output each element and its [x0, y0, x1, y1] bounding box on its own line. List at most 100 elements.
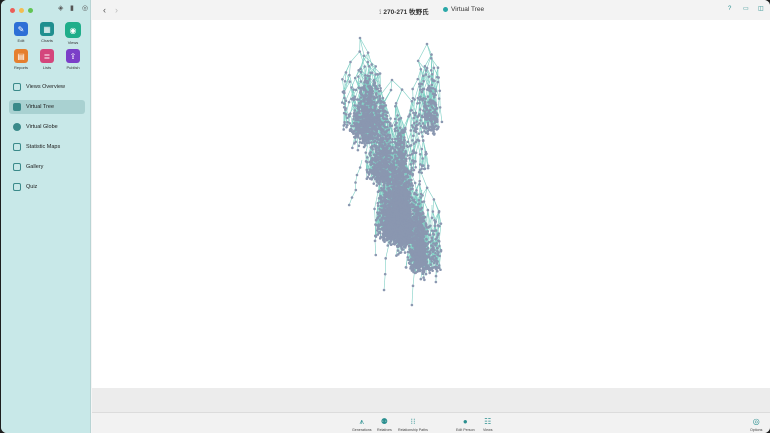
person-node[interactable]	[356, 118, 360, 121]
close-window-button[interactable]	[10, 8, 15, 13]
person-node[interactable]	[365, 79, 369, 83]
eye-icon: ◉	[65, 22, 81, 38]
person-node[interactable]	[357, 75, 360, 78]
nav-item-quiz[interactable]: Quiz	[9, 180, 85, 194]
person-node[interactable]	[342, 128, 345, 131]
module-label: Edit	[17, 38, 25, 43]
search-people-icon[interactable]: ◎	[82, 5, 88, 12]
person-node[interactable]	[344, 71, 348, 74]
nav-item-virtual-tree[interactable]: Virtual Tree	[9, 100, 85, 114]
person-node[interactable]	[343, 96, 346, 100]
person-node[interactable]	[343, 120, 346, 124]
person-node[interactable]	[363, 65, 366, 68]
person-node[interactable]	[359, 70, 363, 74]
forward-button[interactable]: ›	[115, 5, 118, 15]
tree-edge	[374, 208, 376, 225]
person-node[interactable]	[356, 124, 360, 128]
tree-edge	[364, 62, 369, 76]
person-node[interactable]	[355, 122, 358, 125]
person-node[interactable]	[346, 116, 349, 120]
minimize-window-button[interactable]	[19, 8, 24, 13]
person-node[interactable]	[345, 125, 348, 129]
person-node[interactable]	[362, 145, 366, 149]
back-button[interactable]: ‹	[103, 5, 106, 15]
publish-icon: ⇪	[66, 49, 80, 63]
person-node[interactable]	[347, 100, 351, 104]
tree-edge	[412, 78, 419, 90]
module-label: Lists	[42, 65, 52, 70]
module-edit[interactable]: ✎ Edit	[8, 22, 34, 45]
person-node[interactable]	[367, 65, 371, 68]
module-charts[interactable]: ▦ Charts	[34, 22, 60, 45]
person-node[interactable]	[342, 111, 346, 115]
person-node[interactable]	[350, 128, 353, 131]
person-node[interactable]	[353, 109, 357, 112]
grid-icon	[13, 83, 21, 91]
tree-edge	[428, 211, 434, 227]
person-node[interactable]	[352, 88, 356, 91]
virtual-tree-graph[interactable]	[92, 20, 770, 388]
person-node[interactable]	[356, 148, 360, 152]
person-node[interactable]	[357, 136, 360, 139]
person-node[interactable]	[350, 124, 353, 128]
person-node[interactable]	[354, 116, 358, 119]
nav-item-virtual-globe[interactable]: Virtual Globe	[9, 120, 85, 134]
bookmark-icon[interactable]: ▮	[70, 5, 76, 12]
person-node[interactable]	[381, 96, 385, 100]
person-node[interactable]	[354, 88, 358, 92]
report-icon: ▤	[14, 49, 28, 63]
nav-item-gallery[interactable]: Gallery	[9, 160, 85, 174]
person-node[interactable]	[348, 80, 351, 84]
current-view-label: Virtual Tree	[451, 6, 485, 13]
person-node[interactable]	[359, 123, 362, 127]
gallery-icon	[13, 163, 21, 171]
module-label: Publish	[66, 65, 80, 70]
nav-item-views-overview[interactable]: Views Overview	[9, 80, 85, 94]
person-node[interactable]	[353, 76, 357, 80]
person-node[interactable]	[360, 86, 364, 89]
tag-icon[interactable]: ◈	[58, 5, 64, 12]
person-node[interactable]	[349, 60, 352, 64]
person-node[interactable]	[358, 50, 362, 53]
person-node[interactable]	[359, 96, 363, 99]
person-node[interactable]	[374, 65, 378, 68]
tree-name: 270-271 牧野氏	[383, 9, 429, 16]
person-node[interactable]	[352, 117, 355, 121]
module-views[interactable]: ◉ Views	[60, 22, 86, 45]
person-node[interactable]	[357, 144, 361, 148]
tree-edge	[391, 79, 403, 90]
person-node[interactable]	[344, 99, 348, 102]
person-node[interactable]	[362, 54, 366, 58]
module-publish[interactable]: ⇪ Publish	[60, 49, 86, 70]
person-node[interactable]	[350, 97, 353, 101]
window-controls	[10, 8, 33, 13]
person-node[interactable]	[348, 73, 351, 77]
person-node[interactable]	[357, 98, 361, 101]
tree-edge	[426, 187, 435, 200]
person-node[interactable]	[343, 80, 347, 83]
module-lists[interactable]: ≣ Lists	[34, 49, 60, 70]
person-node[interactable]	[342, 91, 346, 95]
person-node[interactable]	[359, 100, 363, 103]
views-icon	[443, 7, 448, 12]
person-node[interactable]	[368, 78, 371, 81]
person-node[interactable]	[358, 103, 362, 106]
tree-edge	[383, 274, 386, 291]
person-node[interactable]	[353, 97, 357, 101]
person-node[interactable]	[359, 80, 363, 83]
person-node[interactable]	[358, 111, 361, 115]
window-layout-icon[interactable]: ▭	[743, 6, 749, 12]
virtual-tree-canvas[interactable]	[92, 20, 770, 388]
person-node[interactable]	[357, 86, 361, 90]
nav-item-statistic-maps[interactable]: Statistic Maps	[9, 140, 85, 154]
person-node[interactable]	[342, 105, 346, 109]
person-node[interactable]	[342, 124, 346, 127]
sidebar-toggle-icon[interactable]: ◫	[758, 6, 764, 12]
tree-edge	[383, 89, 392, 103]
help-icon[interactable]: ?	[728, 6, 734, 12]
person-node[interactable]	[379, 86, 382, 90]
module-reports[interactable]: ▤ Reports	[8, 49, 34, 70]
zoom-window-button[interactable]	[28, 8, 33, 13]
person-node[interactable]	[341, 78, 344, 81]
person-node[interactable]	[358, 36, 362, 40]
